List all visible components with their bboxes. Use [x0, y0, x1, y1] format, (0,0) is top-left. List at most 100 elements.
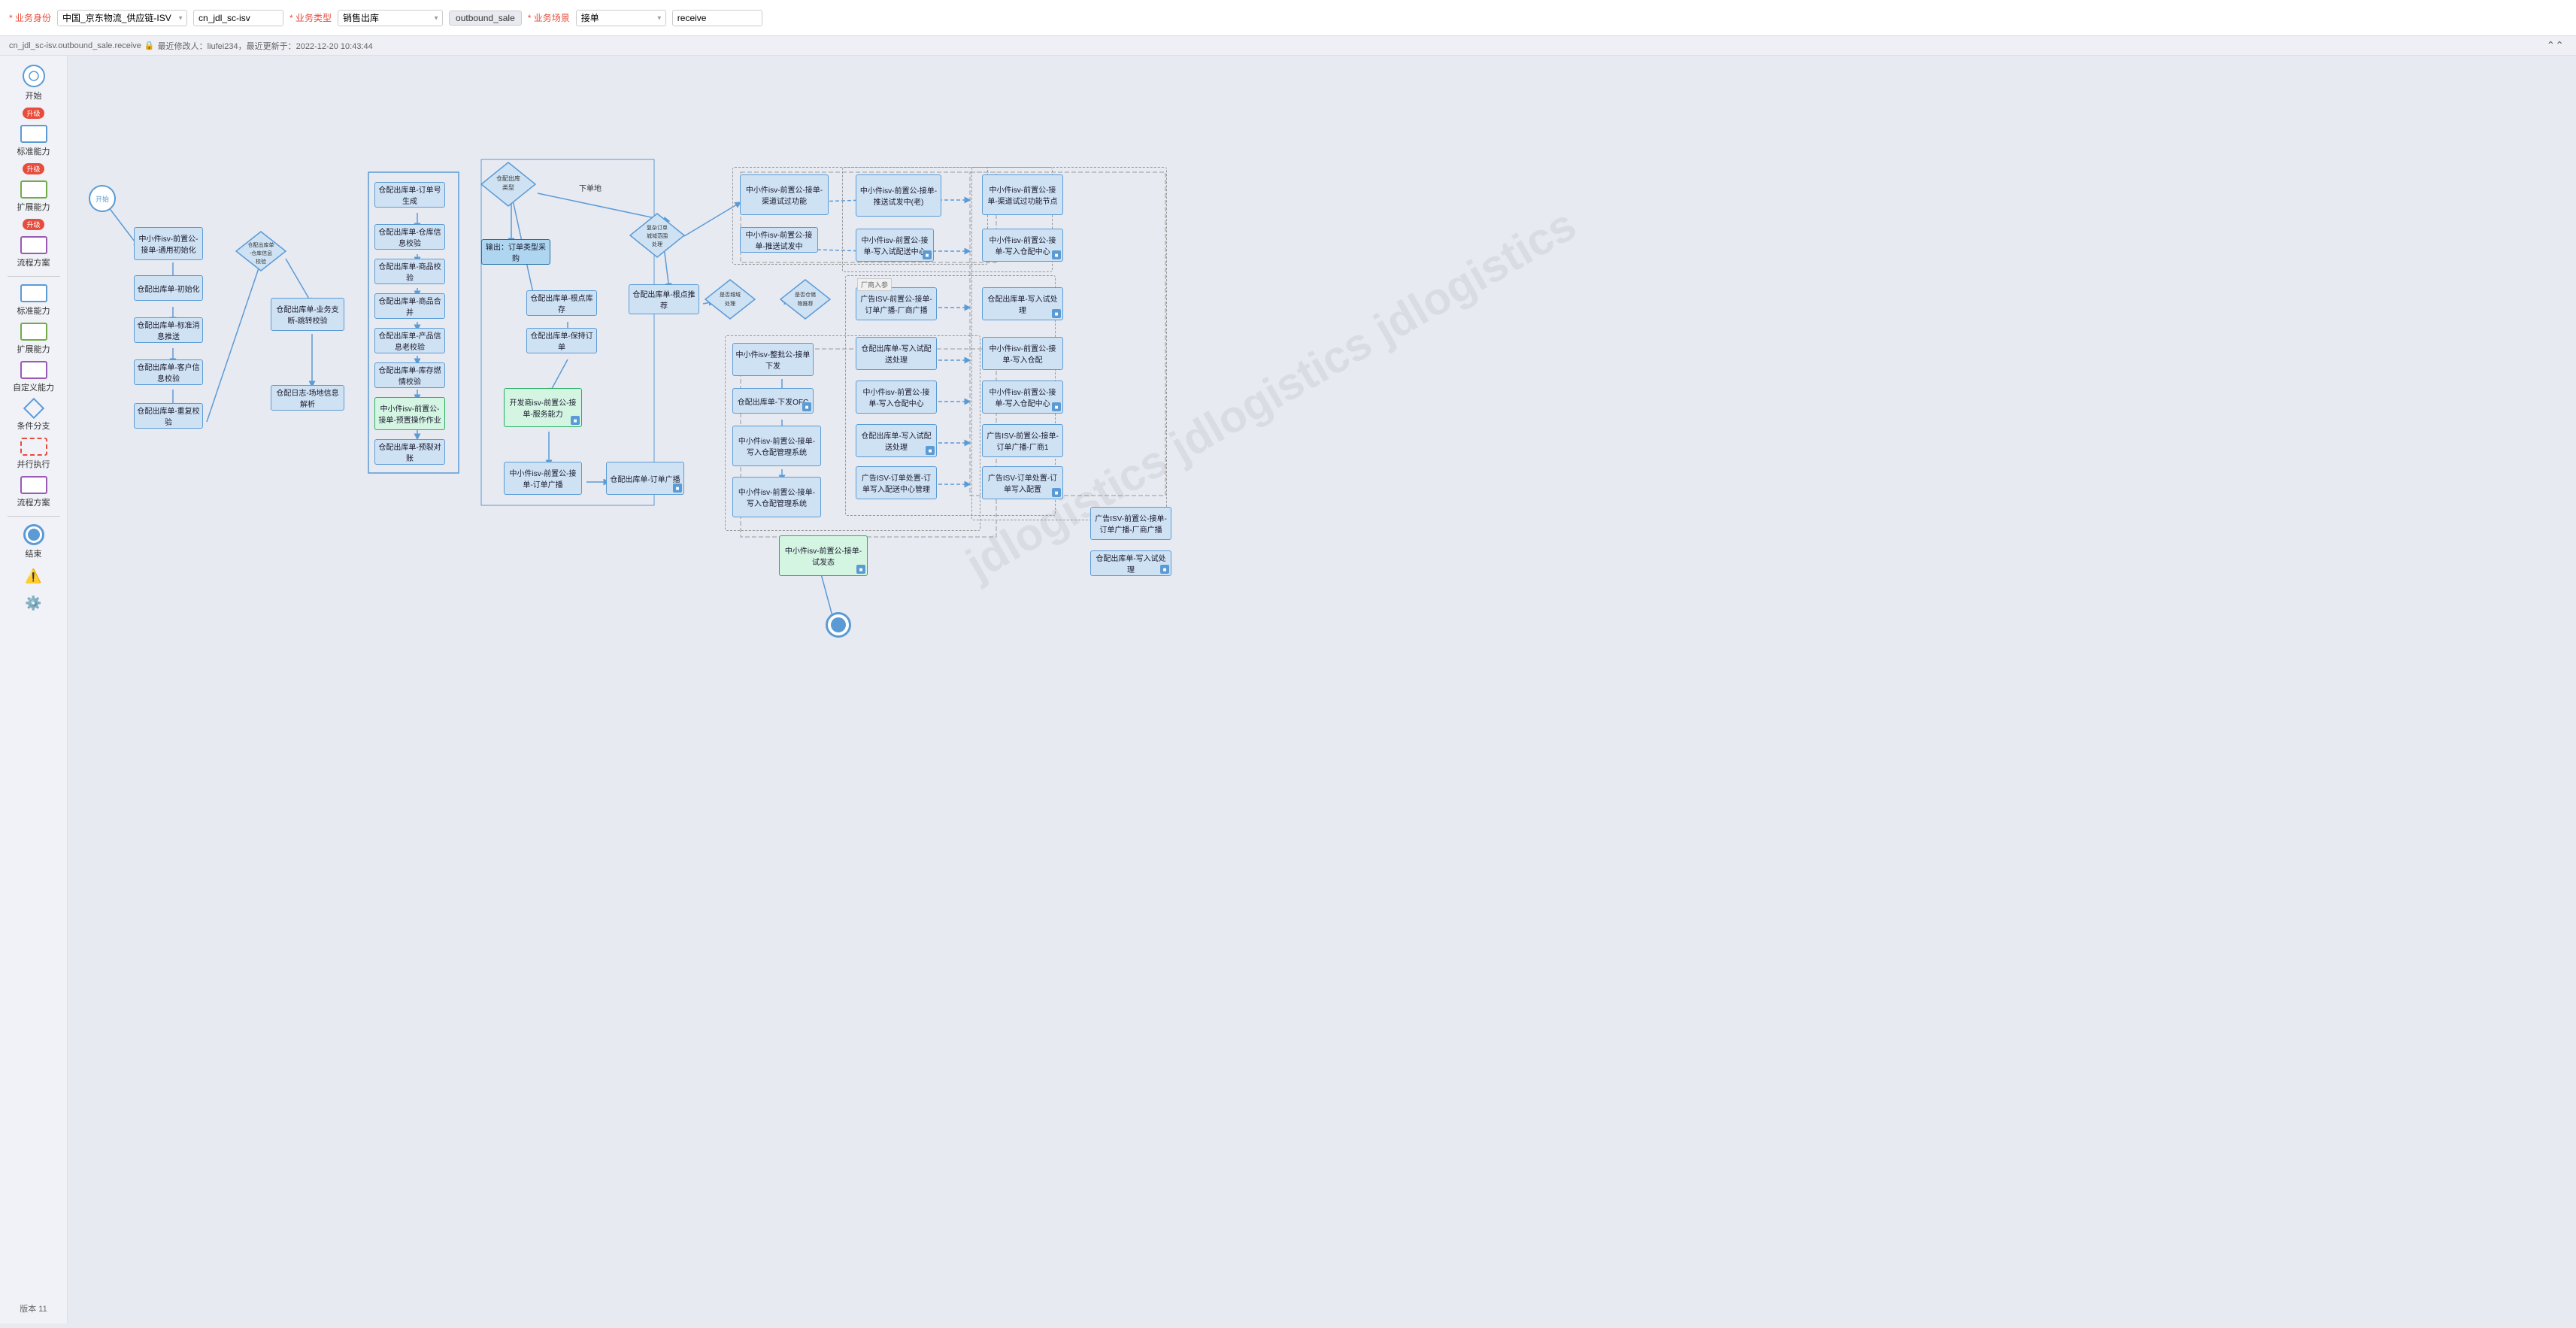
sidebar-item-start[interactable]: 开始 — [4, 65, 64, 102]
lock-icon: 🔒 — [144, 41, 155, 50]
node-n33[interactable]: 中小件isv-前置公-接单-试发态 ■ — [779, 535, 868, 576]
node-n12[interactable]: 仓配出库单-产品信息老校验 — [374, 328, 445, 353]
flow-end-node[interactable] — [826, 612, 851, 638]
type-tag: outbound_sale — [449, 11, 522, 26]
diamond-d1[interactable]: 仓配出库单 -仓库信息 校验 — [235, 230, 287, 272]
svg-text:复杂订单: 复杂订单 — [647, 224, 668, 231]
node-n16-text: 输出：订单类型采购 — [484, 241, 547, 263]
diamond-d3[interactable]: 复杂订单 城域范围 处理 — [629, 212, 686, 259]
flow-start-node[interactable]: 开始 — [89, 185, 116, 212]
type-select[interactable]: 销售出库 — [338, 10, 443, 26]
scene-code-input[interactable] — [672, 10, 762, 26]
sidebar-item-custom[interactable]: 自定义能力 — [4, 361, 64, 393]
type-select-wrapper[interactable]: 销售出库 — [338, 10, 443, 26]
node-n17[interactable]: 仓配出库单-根点库存 — [526, 290, 597, 316]
scene-select[interactable]: 接单 — [576, 10, 666, 26]
identity-select[interactable]: 中国_京东物流_供应链-ISV — [57, 10, 187, 26]
sidebar-item-warning[interactable]: ⚠️ — [4, 565, 64, 587]
node-n15[interactable]: 仓配出库单-预裂对账 — [374, 439, 445, 465]
node-n21-badge: ■ — [673, 484, 682, 493]
svg-text:仓配出库单: 仓配出库单 — [248, 241, 274, 248]
extend-icon-1 — [20, 180, 47, 199]
svg-text:处理: 处理 — [725, 300, 735, 307]
svg-text:是否城域: 是否城域 — [720, 291, 741, 298]
node-n14[interactable]: 中小件isv-前置公-接单-预置操作作业 — [374, 397, 445, 430]
sidebar-item-extend2[interactable]: 扩展能力 — [4, 323, 64, 355]
type-label: * 业务类型 — [289, 11, 332, 24]
end-icon — [23, 524, 44, 545]
warning-icon: ⚠️ — [23, 565, 44, 587]
gear-icon: ⚙️ — [23, 593, 44, 614]
sidebar-standard2-label: 标准能力 — [17, 305, 50, 317]
extend-icon-2 — [20, 323, 47, 341]
node-n13-text: 仓配出库单-库存燃情校验 — [377, 364, 442, 387]
node-n9-text: 仓配出库单-仓库信息校验 — [377, 226, 442, 248]
diamond-city[interactable]: 是否城域 处理 — [704, 278, 756, 320]
sidebar-item-standard1[interactable]: 标准能力 — [4, 125, 64, 157]
collapse-button[interactable]: ⌃⌃ — [2544, 39, 2567, 52]
node-last1-text: 广告ISV-前置公-接单-订单广播-厂商广播 — [1093, 512, 1168, 535]
node-n4[interactable]: 仓配出库单-客户信息校验 — [134, 359, 203, 385]
code-input[interactable] — [193, 10, 283, 26]
node-n6[interactable]: 仓配出库单-业务支断-跳转校验 — [271, 298, 344, 331]
node-n19-text: 开发商isv-前置公-接单-服务能力 — [507, 396, 579, 419]
node-n22[interactable]: 仓配出库单-根点推荐 — [629, 284, 699, 314]
node-n18[interactable]: 仓配出库单-保持订单 — [526, 328, 597, 353]
node-n15-text: 仓配出库单-预裂对账 — [377, 441, 442, 463]
scene-label: * 业务场景 — [528, 11, 570, 24]
upgrade-badge-1: 升级 — [23, 108, 44, 119]
sidebar-divider-1 — [8, 276, 60, 277]
node-n3-text: 仓配出库单-标准消息推送 — [137, 319, 200, 341]
diamond-d2[interactable]: 仓配出库 类型 — [480, 161, 537, 208]
diamond-storage[interactable]: 是否仓储 物推荐 — [779, 278, 832, 320]
node-n11[interactable]: 仓配出库单-商品合并 — [374, 293, 445, 319]
sidebar-end-label: 结束 — [26, 547, 42, 559]
node-n14-text: 中小件isv-前置公-接单-预置操作作业 — [377, 402, 442, 425]
dashed-box-5 — [971, 167, 1167, 520]
version-label: 版本 11 — [20, 1302, 47, 1314]
sidebar-standard1-label: 标准能力 — [17, 145, 50, 157]
sidebar-item-parallel[interactable]: 并行执行 — [4, 438, 64, 470]
node-n10[interactable]: 仓配出库单-商品校验 — [374, 259, 445, 284]
node-n13[interactable]: 仓配出库单-库存燃情校验 — [374, 362, 445, 388]
node-n10-text: 仓配出库单-商品校验 — [377, 260, 442, 283]
node-n3[interactable]: 仓配出库单-标准消息推送 — [134, 317, 203, 343]
node-last2[interactable]: 仓配出库单-写入试处理 ■ — [1090, 550, 1171, 576]
node-n9[interactable]: 仓配出库单-仓库信息校验 — [374, 224, 445, 250]
standard-icon-2 — [20, 284, 47, 302]
node-n19[interactable]: 开发商isv-前置公-接单-服务能力 ■ — [504, 388, 582, 427]
sidebar-parallel-label: 并行执行 — [17, 458, 50, 470]
node-n5[interactable]: 仓配出库单-重复校验 — [134, 403, 203, 429]
node-n20[interactable]: 中小件isv-前置公-接单-订单广播 — [504, 462, 582, 495]
node-n12-text: 仓配出库单-产品信息老校验 — [377, 329, 442, 352]
sidebar-item-end[interactable]: 结束 — [4, 524, 64, 559]
node-n2[interactable]: 仓配出库单-初始化 — [134, 275, 203, 301]
sidebar-flow2-label: 流程方案 — [17, 496, 50, 508]
node-n1[interactable]: 中小件isv-前置公-接单-通用初始化 — [134, 227, 203, 260]
svg-text:处理: 处理 — [652, 241, 662, 247]
canvas-area[interactable]: jdlogistics jdlogistics jdlogistics — [68, 56, 2576, 1323]
sidebar: 开始 升级 标准能力 升级 扩展能力 升级 流程方案 标准能力 扩展 — [0, 56, 68, 1323]
node-n16[interactable]: 输出：订单类型采购 — [481, 239, 550, 265]
svg-text:物推荐: 物推荐 — [798, 300, 814, 307]
scene-select-wrapper[interactable]: 接单 — [576, 10, 666, 26]
node-n7[interactable]: 仓配日志-场地信息解析 — [271, 385, 344, 411]
node-n8[interactable]: 仓配出库单-订单号生成 — [374, 182, 445, 208]
node-n20-text: 中小件isv-前置公-接单-订单广播 — [507, 467, 579, 490]
sidebar-item-flow2[interactable]: 流程方案 — [4, 476, 64, 508]
flow-arrows — [68, 56, 2474, 732]
node-n19-badge: ■ — [571, 416, 580, 425]
sidebar-item-flow1[interactable]: 流程方案 — [4, 236, 64, 268]
sidebar-item-extend1[interactable]: 扩展能力 — [4, 180, 64, 213]
node-last1[interactable]: 广告ISV-前置公-接单-订单广播-厂商广播 — [1090, 507, 1171, 540]
sidebar-item-condition[interactable]: 条件分支 — [4, 399, 64, 432]
flow-icon-1 — [20, 236, 47, 254]
header-bar: * 业务身份 中国_京东物流_供应链-ISV * 业务类型 销售出库 outbo… — [0, 0, 2576, 36]
identity-select-wrapper[interactable]: 中国_京东物流_供应链-ISV — [57, 10, 187, 26]
node-n21[interactable]: 仓配出库单-订单广播 ■ — [606, 462, 684, 495]
sidebar-flow1-label: 流程方案 — [17, 256, 50, 268]
sidebar-start-label: 开始 — [26, 89, 42, 102]
sidebar-item-standard2[interactable]: 标准能力 — [4, 284, 64, 317]
sidebar-item-gear[interactable]: ⚙️ — [4, 593, 64, 614]
svg-text:校验: 校验 — [256, 258, 266, 265]
